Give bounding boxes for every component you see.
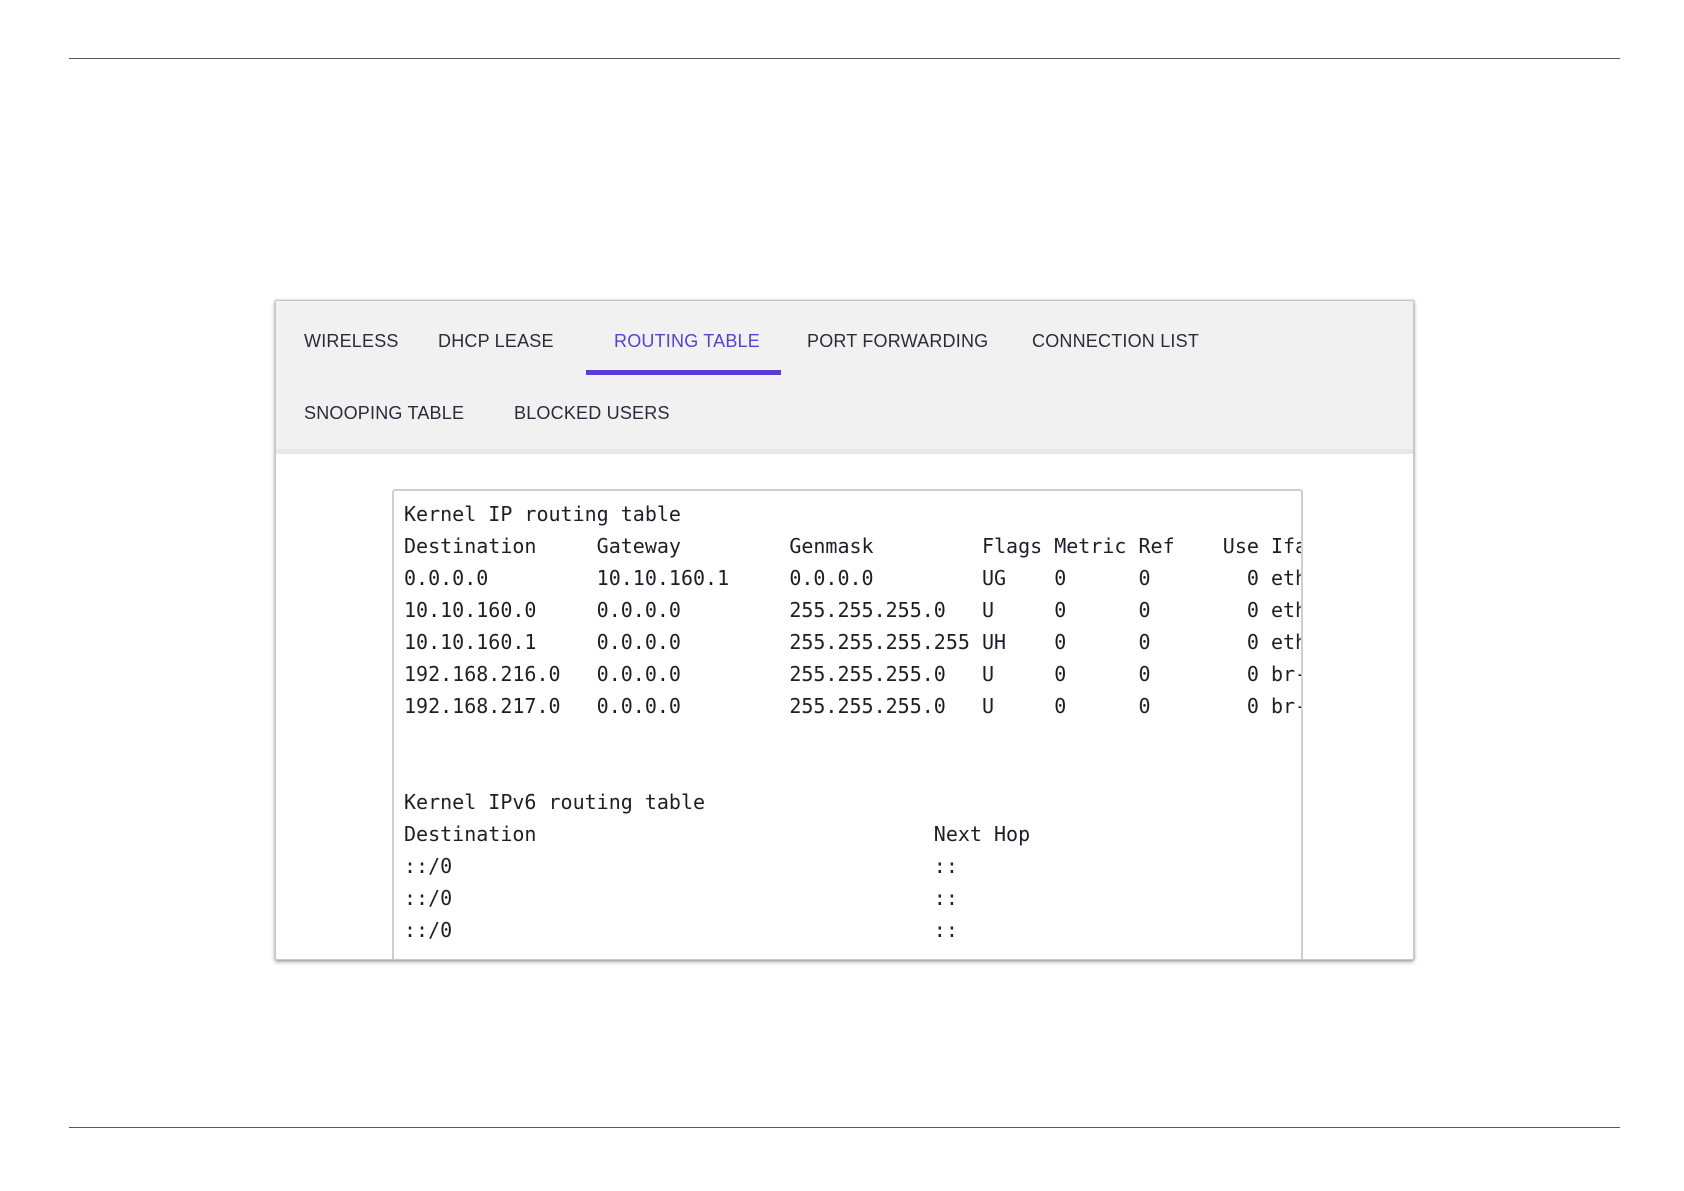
header-rule <box>69 58 1620 59</box>
ipv4-route-row: 10.10.160.1 0.0.0.0 255.255.255.255 UH 0… <box>404 630 1303 654</box>
tab-dhcp-lease[interactable]: DHCP LEASE <box>438 331 554 352</box>
tab-bar: WIRELESS DHCP LEASE ROUTING TABLE PORT F… <box>276 301 1413 454</box>
ipv6-route-row: ::/0 :: <box>404 918 958 942</box>
tab-content: Kernel IP routing table Destination Gate… <box>279 454 1410 959</box>
active-tab-indicator <box>586 370 781 375</box>
ipv4-table-header: Destination Gateway Genmask Flags Metric… <box>404 534 1303 558</box>
ipv6-route-row: ::/0 :: <box>404 854 958 878</box>
ipv4-route-row: 192.168.217.0 0.0.0.0 255.255.255.0 U 0 … <box>404 694 1303 718</box>
tab-wireless[interactable]: WIRELESS <box>304 331 399 352</box>
ipv6-table-header: Destination Next Hop <box>404 822 1031 846</box>
tab-routing-table[interactable]: ROUTING TABLE <box>614 331 760 352</box>
tab-snooping-table[interactable]: SNOOPING TABLE <box>304 403 464 424</box>
ipv4-table-title: Kernel IP routing table <box>404 502 681 526</box>
router-status-panel: WIRELESS DHCP LEASE ROUTING TABLE PORT F… <box>275 300 1414 960</box>
page: WIRELESS DHCP LEASE ROUTING TABLE PORT F… <box>0 0 1684 1191</box>
tab-connection-list[interactable]: CONNECTION LIST <box>1032 331 1199 352</box>
ipv4-route-row: 192.168.216.0 0.0.0.0 255.255.255.0 U 0 … <box>404 662 1303 686</box>
ipv6-route-row: ::/0 :: <box>404 886 958 910</box>
tab-port-forwarding[interactable]: PORT FORWARDING <box>807 331 988 352</box>
ipv4-route-row: 10.10.160.0 0.0.0.0 255.255.255.0 U 0 0 … <box>404 598 1303 622</box>
tab-blocked-users[interactable]: BLOCKED USERS <box>514 403 670 424</box>
routing-table-output[interactable]: Kernel IP routing table Destination Gate… <box>392 489 1303 959</box>
footer-rule <box>69 1127 1620 1128</box>
ipv4-route-row: 0.0.0.0 10.10.160.1 0.0.0.0 UG 0 0 0 eth… <box>404 566 1303 590</box>
ipv6-table-title: Kernel IPv6 routing table <box>404 790 706 814</box>
